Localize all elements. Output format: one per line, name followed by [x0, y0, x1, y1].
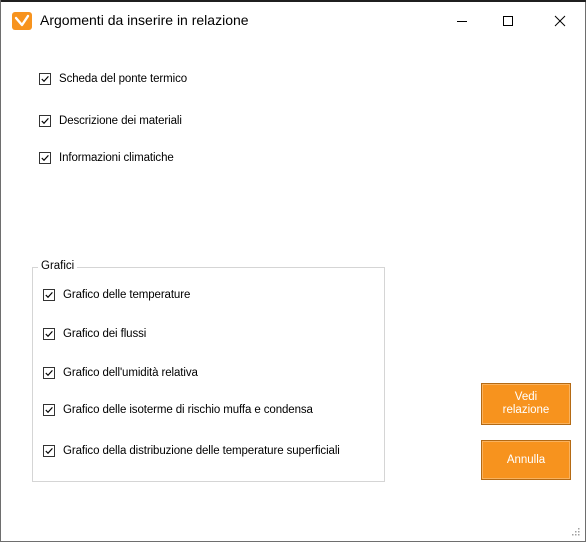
window-title: Argomenti da inserire in relazione	[40, 12, 249, 28]
checkbox-grafico-isoterme[interactable]: Grafico delle isoterme di rischio muffa …	[43, 404, 313, 416]
resize-grip-icon[interactable]	[571, 527, 581, 537]
checkbox-label: Scheda del ponte termico	[59, 73, 188, 85]
checkbox-label: Descrizione dei materiali	[59, 115, 182, 127]
checkbox-informazioni-climatiche[interactable]: Informazioni climatiche	[39, 152, 174, 164]
checkmark-icon	[41, 75, 49, 83]
checkbox-box[interactable]	[39, 115, 51, 127]
groupbox-title: Grafici	[38, 260, 78, 272]
cancel-button[interactable]: Annulla	[481, 440, 571, 480]
cancel-label: Annulla	[506, 453, 546, 466]
maximize-icon	[503, 16, 513, 26]
maximize-button[interactable]	[485, 2, 531, 40]
checkmark-icon	[45, 369, 53, 377]
checkbox-box[interactable]	[43, 445, 55, 457]
checkbox-grafico-flussi[interactable]: Grafico dei flussi	[43, 328, 146, 340]
checkbox-descrizione-materiali[interactable]: Descrizione dei materiali	[39, 115, 182, 127]
checkbox-box[interactable]	[39, 73, 51, 85]
checkmark-icon	[41, 117, 49, 125]
checkbox-box[interactable]	[43, 289, 55, 301]
close-button[interactable]	[537, 2, 583, 40]
view-report-label-line2: relazione	[502, 404, 550, 416]
checkmark-icon	[45, 447, 53, 455]
title-bar[interactable]: Argomenti da inserire in relazione	[1, 2, 585, 40]
checkbox-label: Grafico dell'umidità relativa	[63, 367, 198, 379]
checkmark-icon	[45, 406, 53, 414]
minimize-icon	[457, 21, 467, 22]
checkmark-icon	[41, 154, 49, 162]
dialog-window: Argomenti da inserire in relazione Sched…	[0, 0, 586, 542]
view-report-button[interactable]: Vedi relazione	[481, 383, 571, 425]
checkbox-label: Grafico della distribuzione delle temper…	[63, 445, 340, 457]
checkbox-label: Grafico delle isoterme di rischio muffa …	[63, 404, 313, 416]
checkbox-box[interactable]	[43, 328, 55, 340]
checkbox-box[interactable]	[39, 152, 51, 164]
checkbox-grafico-distribuzione[interactable]: Grafico della distribuzione delle temper…	[43, 445, 340, 457]
checkbox-box[interactable]	[43, 367, 55, 379]
checkbox-grafico-umidita[interactable]: Grafico dell'umidità relativa	[43, 367, 198, 379]
checkmark-icon	[45, 291, 53, 299]
close-icon	[554, 15, 566, 27]
checkbox-scheda-ponte-termico[interactable]: Scheda del ponte termico	[39, 73, 187, 85]
view-report-label-line1: Vedi	[514, 391, 538, 403]
checkmark-icon	[45, 330, 53, 338]
checkbox-label: Grafico delle temperature	[63, 289, 191, 301]
minimize-button[interactable]	[439, 2, 485, 40]
checkbox-label: Grafico dei flussi	[63, 328, 147, 340]
checkbox-grafico-temperature[interactable]: Grafico delle temperature	[43, 289, 190, 301]
checkbox-label: Informazioni climatiche	[59, 152, 174, 164]
app-logo-icon	[12, 12, 32, 30]
checkbox-box[interactable]	[43, 404, 55, 416]
